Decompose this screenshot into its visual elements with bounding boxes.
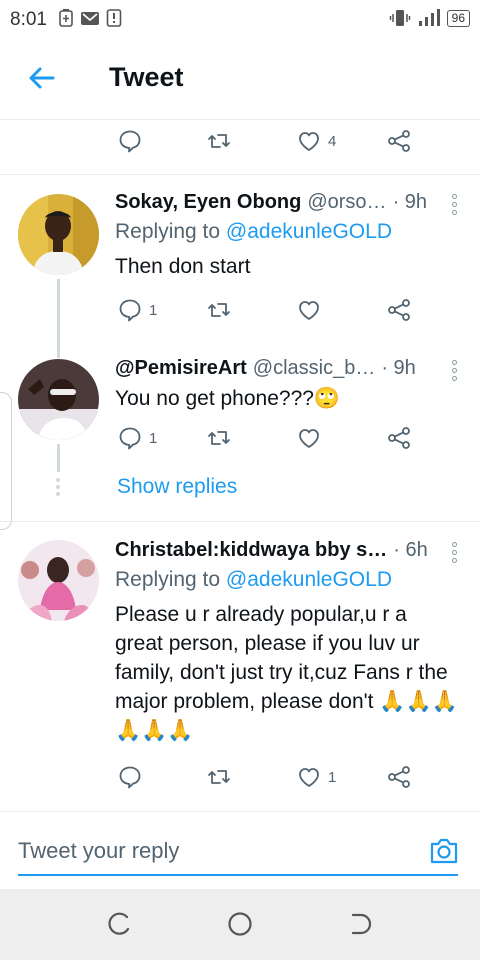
tweet-text: You no get phone???🙄 — [115, 387, 341, 410]
replying-to-mention[interactable]: @adekunleGOLD — [226, 220, 392, 243]
replying-to-label: Replying to — [115, 568, 226, 591]
reply-count: 1 — [149, 429, 158, 447]
tweet-header: Sokay, Eyen Obong @orso… · 9h — [115, 191, 460, 214]
top-app-bar: Tweet — [0, 36, 480, 120]
retweet-icon — [208, 134, 230, 148]
page-title: Tweet — [109, 62, 184, 92]
thread-dots-icon — [56, 478, 60, 496]
like-button[interactable] — [296, 297, 322, 323]
battery-indicator: 96 — [446, 9, 470, 27]
reply-icon — [119, 130, 141, 153]
battery-saver-icon — [59, 9, 73, 27]
like-count: 4 — [328, 132, 337, 150]
retweet-button[interactable] — [206, 764, 232, 790]
retweet-icon — [208, 303, 230, 317]
back-icon[interactable] — [347, 911, 373, 937]
replying-to: Replying to @adekunleGOLD — [115, 568, 460, 592]
heart-icon — [299, 768, 319, 787]
status-left-icons — [58, 8, 122, 28]
retweet-icon — [208, 770, 230, 784]
avatar[interactable] — [18, 540, 99, 621]
heart-icon — [299, 132, 319, 151]
tweet-actions: 1 — [0, 425, 480, 461]
tweet-header: @PemisireArt @classic_b… · 9h — [115, 357, 460, 380]
gmail-icon — [81, 12, 99, 25]
more-options-icon[interactable] — [452, 542, 458, 566]
like-count: 1 — [328, 768, 337, 786]
share-button[interactable] — [386, 128, 412, 154]
avatar[interactable] — [18, 194, 99, 275]
tweet-actions: 1 — [0, 297, 480, 333]
reply-input[interactable]: Tweet your reply — [18, 838, 458, 876]
reply-button[interactable]: 1 — [117, 297, 157, 323]
share-icon — [388, 766, 410, 788]
like-button[interactable]: 4 — [296, 128, 336, 154]
tweet-actions: 1 — [0, 764, 480, 800]
display-name[interactable]: Christabel:kiddwaya bby s… — [115, 539, 387, 562]
back-arrow-icon[interactable] — [26, 62, 58, 94]
edge-panel-handle[interactable] — [0, 392, 12, 530]
show-replies-link[interactable]: Show replies — [117, 475, 237, 499]
camera-icon[interactable] — [428, 836, 460, 866]
replying-to: Replying to @adekunleGOLD — [115, 220, 460, 244]
reply-icon — [119, 766, 141, 789]
like-button[interactable] — [296, 425, 322, 451]
retweet-button[interactable] — [206, 297, 232, 323]
tweet-text: Then don start — [115, 255, 251, 278]
share-button[interactable] — [386, 425, 412, 451]
recent-apps-icon[interactable] — [107, 911, 133, 937]
replying-to-mention[interactable]: @adekunleGOLD — [226, 568, 392, 591]
status-time: 8:01 — [10, 9, 47, 30]
share-button[interactable] — [386, 764, 412, 790]
display-name[interactable]: @PemisireArt — [115, 357, 247, 380]
reply-button[interactable] — [117, 128, 143, 154]
signal-icon — [418, 9, 440, 26]
retweet-button[interactable] — [206, 128, 232, 154]
retweet-button[interactable] — [206, 425, 232, 451]
reply-button[interactable]: 1 — [117, 425, 157, 451]
tweet-time: · 9h — [392, 191, 428, 213]
notification-icon — [106, 9, 122, 27]
heart-icon — [299, 301, 319, 320]
tweet-time: · 6h — [393, 539, 428, 561]
tweet-time: · 9h — [381, 357, 416, 379]
heart-icon — [299, 429, 319, 448]
display-name[interactable]: Sokay, Eyen Obong — [115, 191, 301, 214]
reply-icon — [119, 427, 141, 450]
status-right-icons: 96 — [389, 8, 470, 28]
like-button[interactable]: 1 — [296, 764, 336, 790]
share-icon — [388, 427, 410, 449]
home-icon[interactable] — [227, 911, 253, 937]
thread-line — [57, 345, 60, 358]
reply-icon — [119, 299, 141, 322]
system-nav-bar — [0, 889, 480, 960]
share-icon — [388, 130, 410, 152]
reply-composer: Tweet your reply — [0, 811, 480, 889]
retweet-icon — [208, 431, 230, 445]
user-handle[interactable]: @orso… — [307, 191, 386, 214]
more-options-icon[interactable] — [452, 360, 458, 384]
replying-to-label: Replying to — [115, 220, 226, 243]
more-options-icon[interactable] — [452, 194, 458, 218]
vibrate-icon — [389, 10, 410, 26]
user-handle[interactable]: @classic_b… — [253, 357, 376, 380]
tweet-header: Christabel:kiddwaya bby s… · 6h — [115, 539, 460, 562]
share-button[interactable] — [386, 297, 412, 323]
status-bar: 8:01 96 — [0, 0, 480, 36]
reply-button[interactable] — [117, 764, 143, 790]
share-icon — [388, 299, 410, 321]
reply-count: 1 — [149, 301, 158, 319]
tweet-text: Please u r already popular,u r a great p… — [115, 603, 458, 742]
main-tweet-actions: 4 — [0, 128, 480, 164]
